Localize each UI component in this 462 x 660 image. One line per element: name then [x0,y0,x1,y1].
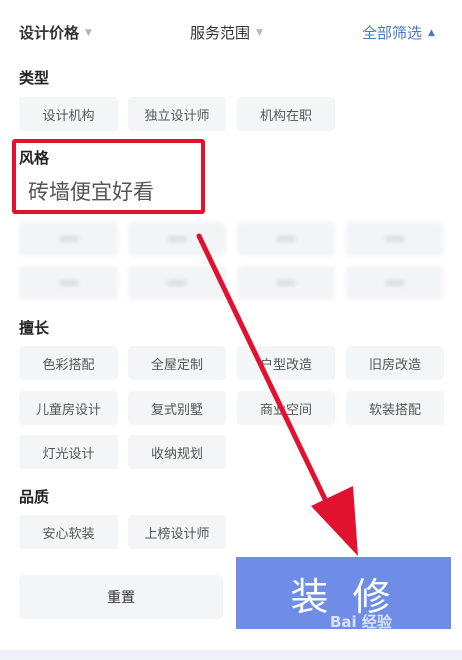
filter-service-range-label: 服务范围 [190,24,251,42]
caret-down-icon: ▼ [85,27,92,38]
blurred-style-option[interactable] [237,266,335,300]
filter-design-price[interactable]: 设计价格 ▼ [19,22,92,43]
blurred-style-option[interactable] [346,266,444,300]
option-color-matching[interactable]: 色彩搭配 [19,346,118,380]
caret-down-icon: ▼ [256,27,263,38]
option-safe-soft-furnishing[interactable]: 安心软装 [19,515,118,549]
watermark: Bai 经验 [330,613,392,631]
section-title-expertise: 擅长 [19,319,50,337]
cover-patch [268,455,386,555]
blurred-style-option[interactable] [19,266,118,300]
filter-bar: 设计价格 ▼ 服务范围 ▼ 全部筛选 ▲ [0,18,462,50]
section-title-quality: 品质 [19,488,50,506]
option-agency-employed[interactable]: 机构在职 [237,97,335,131]
filter-panel: 设计价格 ▼ 服务范围 ▼ 全部筛选 ▲ 类型 设计机构 独立设计师 机构在职 … [0,0,462,660]
option-whole-house-custom[interactable]: 全屋定制 [128,346,226,380]
bottom-strip [0,650,462,660]
option-design-agency[interactable]: 设计机构 [19,97,118,131]
option-top-designer[interactable]: 上榜设计师 [128,515,226,549]
annotation-highlight-box [12,139,205,214]
filter-design-price-label: 设计价格 [19,24,80,42]
option-independent-designer[interactable]: 独立设计师 [128,97,226,131]
option-old-house-renovation[interactable]: 旧房改造 [346,346,444,380]
filter-all[interactable]: 全部筛选 ▲ [362,22,435,43]
filter-all-label: 全部筛选 [362,24,423,42]
option-kids-room-design[interactable]: 儿童房设计 [19,391,118,425]
option-duplex-villa[interactable]: 复式别墅 [128,391,226,425]
caret-up-icon: ▲ [428,27,435,38]
option-soft-furnishing[interactable]: 软装搭配 [346,391,444,425]
blurred-style-option[interactable] [128,266,226,300]
blurred-style-option[interactable] [128,222,226,256]
reset-button[interactable]: 重置 [19,575,223,619]
blurred-style-option[interactable] [19,222,118,256]
blurred-style-option[interactable] [237,222,335,256]
blurred-style-option[interactable] [346,222,444,256]
filter-service-range[interactable]: 服务范围 ▼ [190,22,263,43]
option-lighting-design[interactable]: 灯光设计 [19,435,118,469]
section-title-type: 类型 [19,69,50,87]
option-layout-renovation[interactable]: 户型改造 [237,346,335,380]
option-commercial-space[interactable]: 商业空间 [237,391,335,425]
option-storage-planning[interactable]: 收纳规划 [128,435,226,469]
